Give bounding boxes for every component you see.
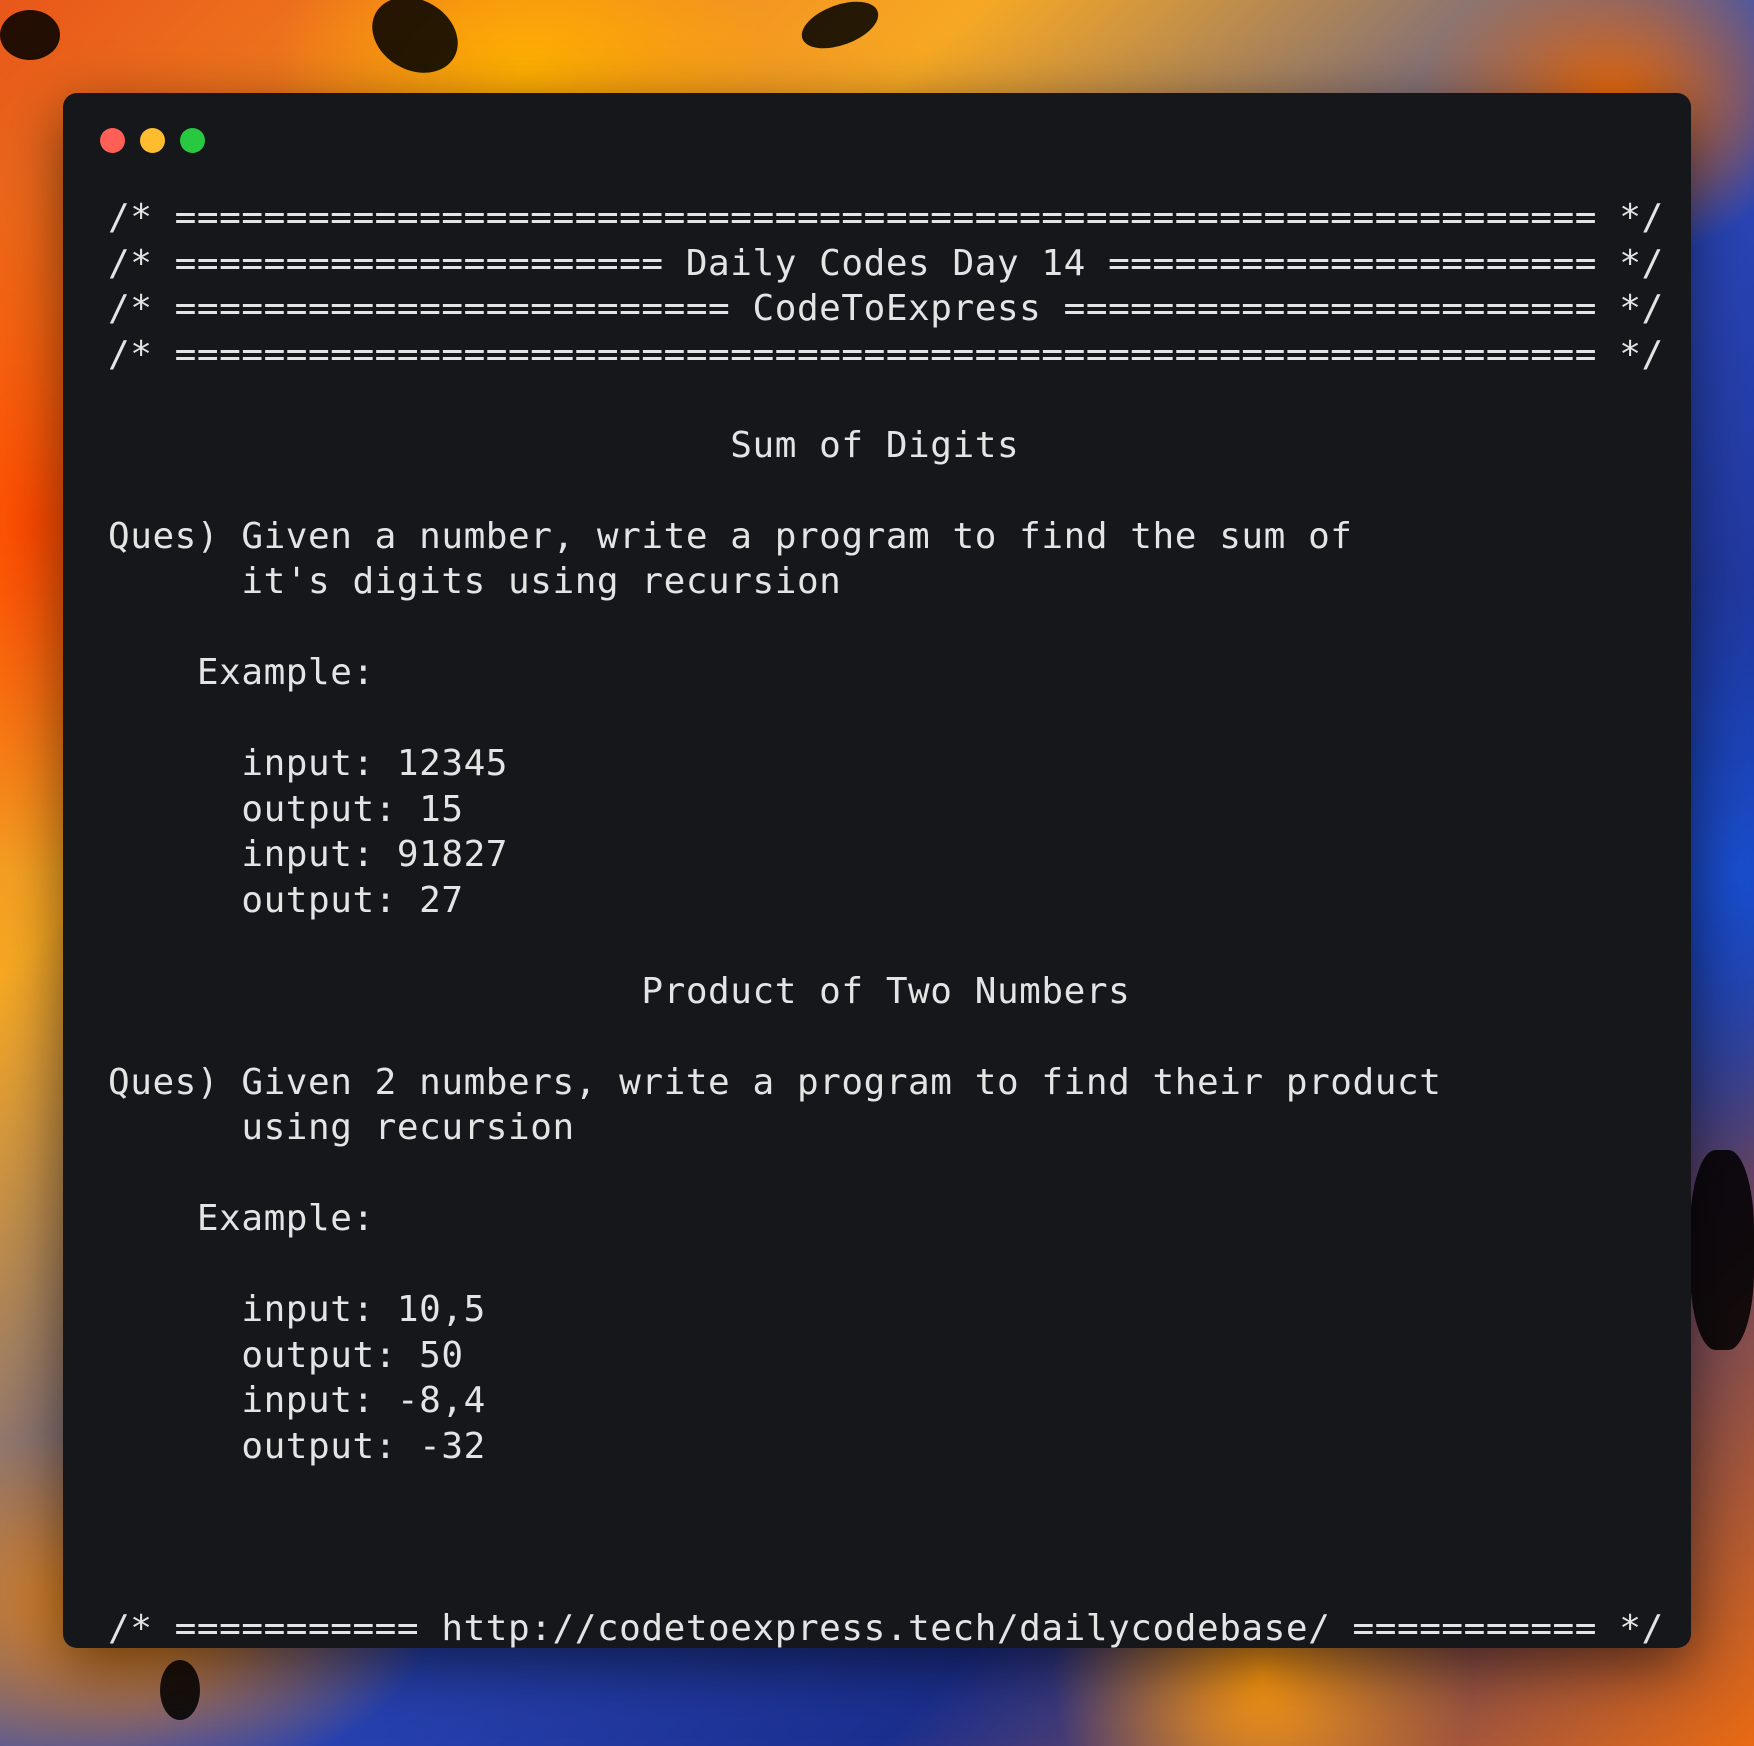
example-line: output: 15: [108, 788, 464, 830]
code-content: /* =====================================…: [108, 195, 1664, 1651]
example-line: input: 91827: [108, 834, 509, 875]
header-title-line: /* ====================== Daily Codes Da…: [108, 242, 1664, 284]
example-line: input: -8,4: [108, 1380, 486, 1421]
header-line: /* =====================================…: [108, 197, 1664, 238]
paint-splatter: [1690, 1150, 1754, 1350]
paint-splatter: [0, 10, 60, 60]
question-text: it's digits using recursion: [108, 561, 842, 602]
example-line: output: -32: [108, 1425, 486, 1467]
footer-url-line: /* =========== http://codetoexpress.tech…: [108, 1607, 1664, 1649]
header-brand-line: /* ========================= CodeToExpre…: [108, 288, 1664, 329]
example-line: output: 50: [108, 1334, 464, 1376]
section-title-product: Product of Two Numbers: [108, 970, 1131, 1012]
paint-splatter: [358, 0, 472, 88]
header-line: /* =====================================…: [108, 333, 1664, 375]
zoom-window-button[interactable]: [180, 128, 205, 153]
example-label: Example:: [108, 652, 375, 693]
section-title-sum-of-digits: Sum of Digits: [108, 424, 1020, 466]
example-line: output: 27: [108, 879, 464, 921]
question-text: using recursion: [108, 1107, 575, 1148]
example-label: Example:: [108, 1198, 375, 1239]
example-line: input: 12345: [108, 743, 509, 784]
question-text: Ques) Given a number, write a program to…: [108, 515, 1353, 557]
paint-splatter: [795, 0, 885, 58]
paint-splatter: [160, 1660, 200, 1720]
question-text: Ques) Given 2 numbers, write a program t…: [108, 1061, 1442, 1103]
minimize-window-button[interactable]: [140, 128, 165, 153]
close-window-button[interactable]: [100, 128, 125, 153]
example-line: input: 10,5: [108, 1289, 486, 1330]
